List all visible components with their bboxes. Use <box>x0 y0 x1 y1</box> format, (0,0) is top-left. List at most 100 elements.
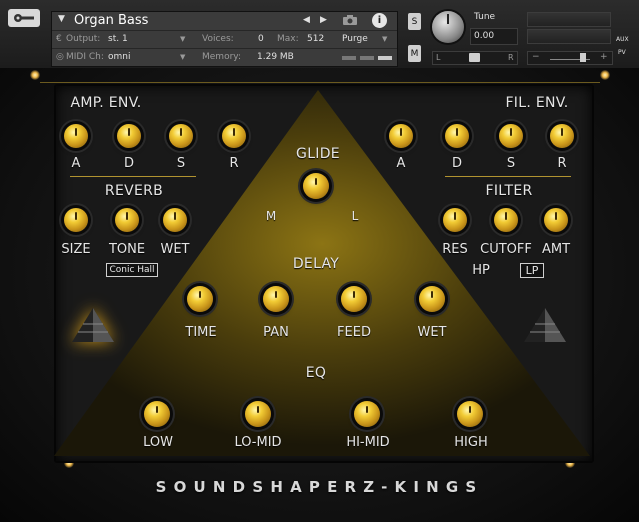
spark-top-right-icon <box>600 70 610 80</box>
reverb-wet-knob[interactable] <box>163 208 187 232</box>
kontakt-header: ▼ Organ Bass ◀ ▶ i € Output: st. 1 ▼ Voi… <box>0 0 639 69</box>
fil-env-decay-knob[interactable] <box>445 124 469 148</box>
filter-lp-button[interactable]: LP <box>520 263 544 278</box>
eq-high-label: HIGH <box>454 435 488 450</box>
glide-right-label: L <box>351 209 359 223</box>
reverb-title: REVERB <box>104 183 164 199</box>
reverb-preset-menu[interactable]: Conic Hall <box>106 263 158 277</box>
mute-button[interactable]: M <box>408 45 421 62</box>
solo-button[interactable]: S <box>408 13 421 30</box>
collapse-arrow-icon[interactable]: ▼ <box>58 14 65 25</box>
tune-knob[interactable] <box>432 11 464 43</box>
purge-menu[interactable]: Purge <box>342 34 368 45</box>
brand-logo: SOUNDSHAPERZ-KINGS <box>155 478 484 496</box>
fil-env-release-knob[interactable] <box>550 124 574 148</box>
spark-top-left-icon <box>30 70 40 80</box>
amp-env-attack-label: A <box>71 156 81 171</box>
reverb-wet-label: WET <box>160 242 190 257</box>
tune-value-box[interactable]: 0.00 <box>470 28 518 45</box>
filter-cutoff-label: CUTOFF <box>480 242 532 257</box>
volume-slider[interactable]: − + <box>527 51 613 65</box>
tune-value: 0.00 <box>474 31 495 41</box>
midi-dropdown-icon[interactable]: ▼ <box>180 52 185 63</box>
fil-env-attack-knob[interactable] <box>389 124 413 148</box>
output-label: Output: <box>66 34 101 44</box>
amp-env-sustain-knob[interactable] <box>169 124 193 148</box>
volume-minus-icon[interactable]: − <box>532 52 540 63</box>
output-icon: € <box>56 34 62 44</box>
volume-handle[interactable] <box>580 53 586 62</box>
amp-env-divider <box>70 176 196 177</box>
pv-button[interactable]: PV <box>618 49 626 57</box>
filter-res-knob[interactable] <box>443 208 467 232</box>
pan-right-label: R <box>508 53 514 62</box>
fil-env-attack-label: A <box>396 156 406 171</box>
output-dropdown-icon[interactable]: ▼ <box>180 34 185 45</box>
glide-knob[interactable] <box>303 173 329 199</box>
voices-value: 0 <box>258 34 264 44</box>
amp-env-sustain-label: S <box>176 156 186 171</box>
fil-env-sustain-label: S <box>506 156 516 171</box>
eq-title: EQ <box>305 365 327 381</box>
purge-dropdown-icon[interactable]: ▼ <box>382 34 387 45</box>
filter-amt-knob[interactable] <box>544 208 568 232</box>
aux-button[interactable]: AUX <box>616 36 629 44</box>
instrument-window: ▼ Organ Bass ◀ ▶ i € Output: st. 1 ▼ Voi… <box>0 0 639 522</box>
next-instrument-icon[interactable]: ▶ <box>320 15 327 26</box>
reverb-size-knob[interactable] <box>64 208 88 232</box>
amp-env-release-label: R <box>229 156 239 171</box>
memory-label: Memory: <box>202 52 241 62</box>
fil-env-title: FIL. ENV. <box>505 95 569 111</box>
amp-env-attack-knob[interactable] <box>64 124 88 148</box>
delay-wet-knob[interactable] <box>419 286 445 312</box>
level-meter-top <box>527 12 611 27</box>
filter-hp-button[interactable]: HP <box>472 263 490 278</box>
fil-env-release-label: R <box>557 156 567 171</box>
midi-channel-value[interactable]: omni <box>108 52 130 63</box>
filter-title: FILTER <box>485 183 533 199</box>
instrument-info-panel: ▼ Organ Bass ◀ ▶ i € Output: st. 1 ▼ Voi… <box>51 11 398 67</box>
eq-hi-mid-knob[interactable] <box>354 401 380 427</box>
delay-feed-label: FEED <box>337 325 371 340</box>
right-pyramid-icon <box>524 308 566 342</box>
instrument-name[interactable]: Organ Bass <box>74 13 148 28</box>
reverb-size-label: SIZE <box>61 242 91 257</box>
eq-hi-mid-label: HI-MID <box>346 435 390 450</box>
reverb-tone-knob[interactable] <box>115 208 139 232</box>
amp-env-decay-label: D <box>123 156 135 171</box>
fil-env-divider <box>445 176 571 177</box>
delay-feed-knob[interactable] <box>341 286 367 312</box>
output-value[interactable]: st. 1 <box>108 34 128 45</box>
max-label: Max: <box>277 34 299 44</box>
delay-time-knob[interactable] <box>187 286 213 312</box>
delay-time-label: TIME <box>185 325 217 340</box>
eq-low-label: LOW <box>143 435 173 450</box>
prev-instrument-icon[interactable]: ◀ <box>303 15 310 26</box>
camera-icon[interactable] <box>342 14 358 26</box>
top-gold-rule <box>40 82 600 83</box>
amp-env-decay-knob[interactable] <box>117 124 141 148</box>
fil-env-decay-label: D <box>451 156 463 171</box>
glide-left-label: M <box>265 209 277 223</box>
info-icon[interactable]: i <box>372 13 387 28</box>
delay-pan-label: PAN <box>263 325 289 340</box>
wrench-icon[interactable] <box>8 9 40 27</box>
midi-icon: ◎ <box>56 52 64 62</box>
volume-plus-icon[interactable]: + <box>600 52 608 63</box>
purge-meter <box>342 56 392 60</box>
amp-env-title: AMP. ENV. <box>70 95 142 111</box>
memory-value: 1.29 MB <box>257 52 294 62</box>
max-voices-value[interactable]: 512 <box>307 34 324 45</box>
filter-cutoff-knob[interactable] <box>494 208 518 232</box>
amp-env-release-knob[interactable] <box>222 124 246 148</box>
voices-label: Voices: <box>202 34 234 44</box>
fil-env-sustain-knob[interactable] <box>499 124 523 148</box>
eq-low-knob[interactable] <box>144 401 170 427</box>
eq-lo-mid-knob[interactable] <box>245 401 271 427</box>
pan-slider[interactable]: L R <box>432 51 518 65</box>
pan-handle[interactable] <box>469 53 480 62</box>
eq-high-knob[interactable] <box>457 401 483 427</box>
filter-amt-label: AMT <box>541 242 571 257</box>
midi-label: MIDI Ch: <box>66 52 104 62</box>
delay-pan-knob[interactable] <box>263 286 289 312</box>
